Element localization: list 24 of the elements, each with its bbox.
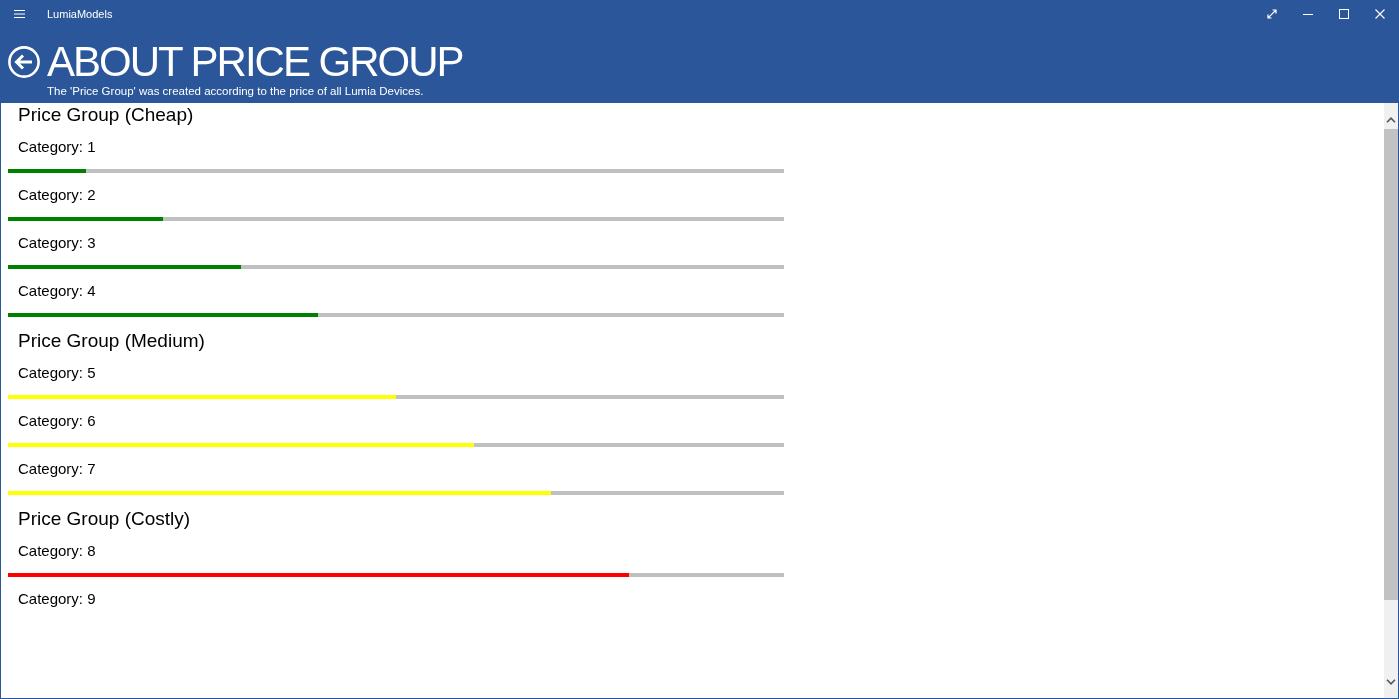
category-label: Category: 9 (17, 589, 97, 609)
page-subtitle: The 'Price Group' was created according to the price of all Lumia Devices. (47, 84, 425, 98)
scroll-up-icon[interactable] (1386, 117, 1396, 123)
category-label: Category: 5 (17, 363, 97, 383)
app-title: LumiaModels (47, 7, 113, 21)
group-heading: Price Group (Costly) (17, 507, 192, 531)
group-heading: Price Group (Cheap) (17, 103, 195, 127)
category-label: Category: 3 (17, 233, 97, 253)
category-label: Category: 2 (17, 185, 97, 205)
scrollbar-thumb[interactable] (1384, 129, 1398, 600)
minimize-icon (1303, 13, 1313, 15)
close-icon (1375, 9, 1385, 19)
menu-icon (13, 10, 25, 18)
scroll-down-icon[interactable] (1386, 679, 1396, 685)
back-icon[interactable] (8, 46, 40, 78)
group-heading: Price Group (Medium) (17, 329, 206, 353)
page-title: ABOUT PRICE GROUP (47, 40, 463, 84)
category-label: Category: 6 (17, 411, 97, 431)
category-label: Category: 4 (17, 281, 97, 301)
category-label: Category: 7 (17, 459, 97, 479)
diagonal-arrows-icon (1267, 9, 1277, 19)
category-label: Category: 8 (17, 541, 97, 561)
category-label: Category: 1 (17, 137, 97, 157)
maximize-icon (1339, 9, 1349, 19)
